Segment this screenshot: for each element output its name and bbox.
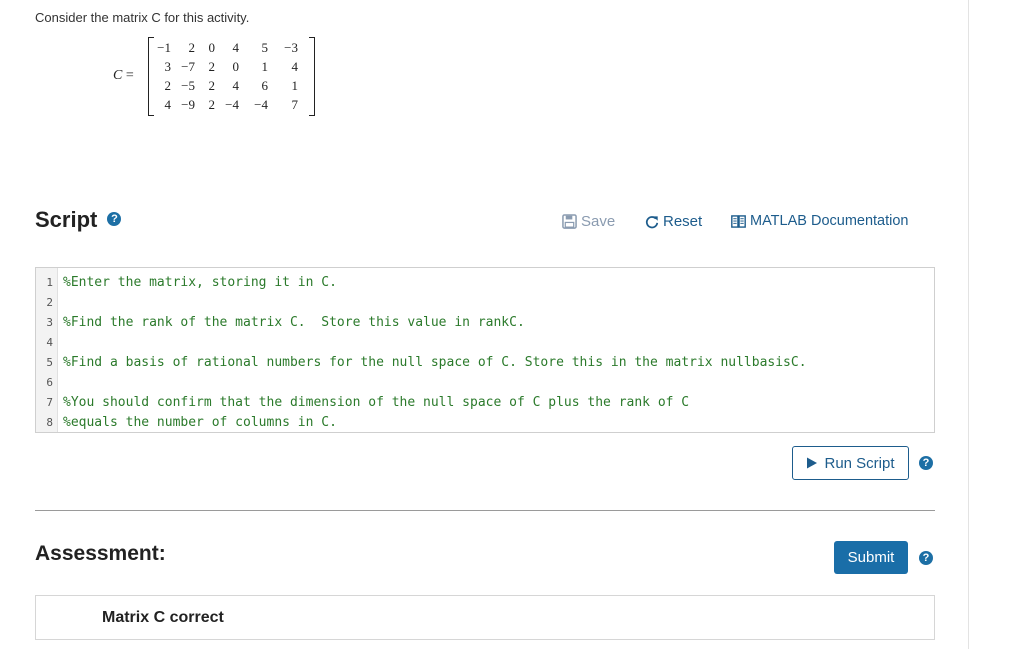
matrix-row: 2 −5 2 4 6 1 [155, 76, 307, 95]
line-number: 7 [46, 396, 53, 409]
code-comment: %Find the rank of the matrix C. Store th… [63, 315, 525, 330]
section-divider [35, 510, 935, 511]
save-button[interactable]: Save [562, 213, 615, 230]
editor-line[interactable]: 5 %Find a basis of rational numbers for t… [36, 353, 932, 373]
matrix-name: C [113, 68, 123, 83]
matrix-cell: 6 [261, 78, 269, 93]
script-help-icon[interactable]: ? [107, 212, 122, 227]
matrix-cell: 2 [208, 97, 216, 112]
run-script-label: Run Script [824, 454, 895, 472]
editor-line[interactable]: 4 [36, 333, 932, 353]
matrix-cell: −4 [225, 97, 239, 112]
assessment-title: Assessment: [35, 542, 166, 565]
editor-line[interactable]: 7 %You should confirm that the dimension … [36, 393, 932, 413]
run-script-button[interactable]: Run Script [792, 446, 909, 480]
line-number: 2 [46, 296, 53, 309]
matrix-cell: 4 [291, 59, 299, 74]
matlab-documentation-link[interactable]: MATLAB Documentation [731, 213, 909, 229]
matrix-cell: −1 [157, 40, 171, 55]
matrix-cell: 7 [291, 97, 299, 112]
save-disk-icon [562, 214, 577, 229]
reset-button[interactable]: Reset [645, 213, 702, 230]
editor-line[interactable]: 2 [36, 293, 932, 313]
matrix-row: 3 −7 2 0 1 4 [155, 57, 307, 76]
line-number: 5 [46, 356, 53, 369]
save-label: Save [581, 213, 616, 230]
matrix-grid: −1 2 0 4 5 −3 3 −7 2 0 1 4 2 −5 2 4 6 1 4 −9 2 −4 −4 7 [155, 38, 307, 114]
matrix-cell: 2 [208, 78, 216, 93]
line-number: 4 [46, 336, 53, 349]
script-section-title: Script ? [35, 207, 122, 233]
matrix-cell: 5 [261, 40, 269, 55]
line-number: 6 [46, 376, 53, 389]
book-icon [731, 214, 746, 228]
submit-button[interactable]: Submit [834, 541, 908, 574]
matrix-row: −1 2 0 4 5 −3 [155, 38, 307, 57]
line-number: 3 [46, 316, 53, 329]
code-comment: %You should confirm that the dimension o… [63, 395, 690, 410]
matrix-cell: 0 [208, 40, 216, 55]
line-number: 1 [46, 276, 53, 289]
matrix-cell: 1 [291, 78, 299, 93]
matrix-cell: −3 [284, 40, 298, 55]
matrix-cell: 4 [232, 78, 240, 93]
editor-line[interactable]: 3 %Find the rank of the matrix C. Store t… [36, 313, 932, 333]
matrix-cell: 4 [164, 97, 172, 112]
matrix-cell: 0 [232, 59, 240, 74]
code-editor[interactable]: 1 %Enter the matrix, storing it in C. 2 3 %F… [35, 267, 935, 433]
editor-line[interactable]: 8 %equals the number of columns in C. [36, 413, 932, 433]
intro-text: Consider the matrix C for this activity. [35, 10, 250, 25]
matrix-equals: = [125, 68, 134, 83]
matrix-cell: 3 [164, 59, 172, 74]
assessment-result-item: Matrix C correct [35, 595, 935, 640]
matrix-cell: 4 [232, 40, 240, 55]
code-comment: %equals the number of columns in C. [63, 415, 337, 430]
matrix-row: 4 −9 2 −4 −4 7 [155, 95, 307, 114]
matrix-cell: −4 [254, 97, 268, 112]
assessment-result-label: Matrix C correct [102, 609, 224, 626]
code-comment: %Find a basis of rational numbers for th… [63, 355, 807, 370]
submit-help-icon[interactable]: ? [919, 551, 933, 565]
script-title-text: Script [35, 207, 98, 232]
run-help-icon[interactable]: ? [919, 456, 933, 470]
play-triangle-icon [807, 457, 818, 469]
reset-arrow-icon [645, 215, 659, 228]
matrix-label: C = [113, 68, 134, 84]
reset-label: Reset [663, 213, 703, 230]
editor-line[interactable]: 6 [36, 373, 932, 393]
matrix-cell: 2 [208, 59, 216, 74]
page-right-divider [968, 0, 969, 649]
matrix-cell: 1 [261, 59, 269, 74]
matrix-cell: 2 [164, 78, 172, 93]
docs-label: MATLAB Documentation [750, 213, 909, 229]
matrix-right-bracket [309, 37, 315, 116]
line-number: 8 [46, 416, 53, 429]
editor-line[interactable]: 1 %Enter the matrix, storing it in C. [36, 273, 932, 293]
code-comment: %Enter the matrix, storing it in C. [63, 275, 337, 290]
